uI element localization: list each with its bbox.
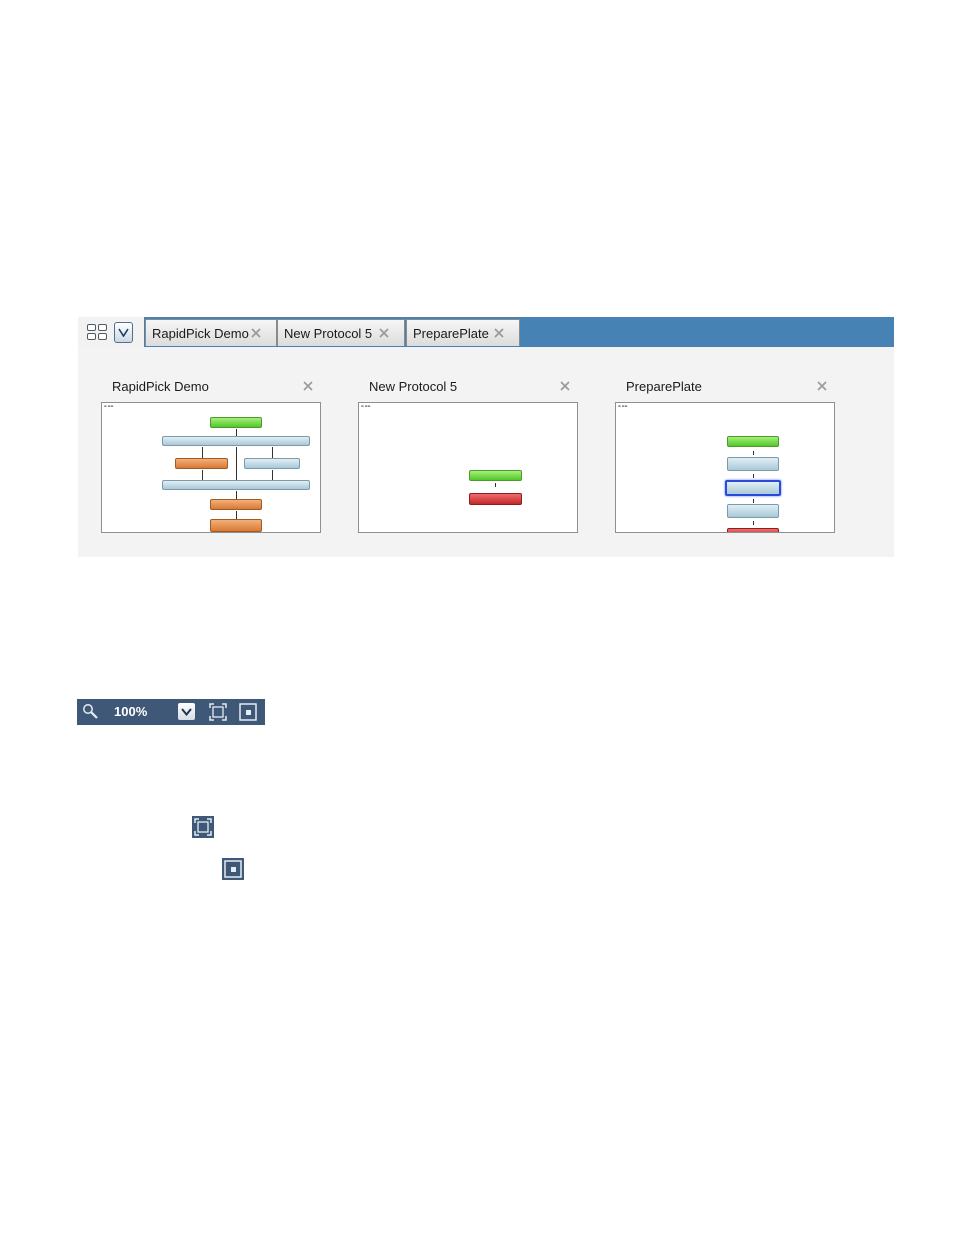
connector <box>236 491 237 499</box>
device-node <box>175 458 228 469</box>
close-icon[interactable] <box>250 327 262 339</box>
fit-to-window-icon <box>192 816 214 838</box>
fit-to-window-glyph <box>194 818 212 836</box>
end-node <box>727 528 779 532</box>
connector <box>753 451 754 455</box>
tab-new-protocol-5[interactable]: New Protocol 5 <box>277 319 405 346</box>
preview-card-title: RapidPick Demo <box>112 379 209 394</box>
loop-node <box>162 436 310 446</box>
actual-size-icon <box>222 858 244 880</box>
connector <box>236 447 237 481</box>
tab-label: PreparePlate <box>413 326 489 341</box>
tab-list-dropdown-button[interactable] <box>114 322 133 343</box>
close-icon[interactable] <box>493 327 505 339</box>
connector <box>753 499 754 503</box>
protocol-thumbnail[interactable]: ▬ ▬▬ <box>615 402 835 533</box>
protocol-preview-panel: RapidPick Demo ▬ ▬▬ New Protocol 5 ▬ ▬▬ … <box>78 347 894 557</box>
protocol-thumbnail[interactable]: ▬ ▬▬ <box>358 402 578 533</box>
tab-label: New Protocol 5 <box>284 326 373 341</box>
connector <box>202 470 203 480</box>
thumbnail-caption-glyph: ▬ ▬▬ <box>104 404 114 408</box>
close-icon[interactable] <box>378 327 390 339</box>
start-node <box>469 470 522 481</box>
close-icon[interactable] <box>560 381 570 391</box>
magnifier-icon <box>83 704 98 719</box>
preview-card-title: New Protocol 5 <box>369 379 458 394</box>
chevron-down-icon <box>181 708 192 716</box>
preview-card-new-protocol-5[interactable]: New Protocol 5 ▬ ▬▬ <box>358 375 580 534</box>
close-icon[interactable] <box>303 381 313 391</box>
preview-card-title: PreparePlate <box>626 379 702 394</box>
tile-view-icon[interactable] <box>87 324 107 340</box>
zoom-level: 100% <box>114 704 148 719</box>
document-tab-strip: RapidPick Demo New Protocol 5 PreparePla… <box>78 317 894 347</box>
merge-node <box>162 480 310 490</box>
connector <box>202 447 203 458</box>
tab-rapidpick-demo[interactable]: RapidPick Demo <box>145 319 277 346</box>
connector <box>236 511 237 519</box>
device-node <box>210 519 262 532</box>
step-node <box>244 458 300 469</box>
tab-label: RapidPick Demo <box>152 326 249 341</box>
zoom-dropdown-button[interactable] <box>178 703 195 720</box>
actual-size-glyph <box>224 860 242 878</box>
connector <box>236 429 237 436</box>
chevron-down-icon <box>118 328 129 337</box>
connector <box>272 447 273 458</box>
start-node <box>210 417 262 428</box>
protocol-thumbnail[interactable]: ▬ ▬▬ <box>101 402 321 533</box>
fit-to-window-icon[interactable] <box>208 702 228 722</box>
start-node <box>727 436 779 447</box>
actual-size-icon[interactable] <box>238 702 258 722</box>
end-node <box>469 493 522 505</box>
connector <box>753 474 754 478</box>
tab-strip-controls <box>78 317 144 347</box>
step-node <box>727 457 779 471</box>
device-node <box>210 499 262 510</box>
thumbnail-caption-glyph: ▬ ▬▬ <box>361 404 371 408</box>
preview-card-rapidpick-demo[interactable]: RapidPick Demo ▬ ▬▬ <box>101 375 323 534</box>
thumbnail-caption-glyph: ▬ ▬▬ <box>618 404 628 408</box>
tab-prepareplate[interactable]: PreparePlate <box>406 319 520 346</box>
connector <box>272 470 273 480</box>
close-icon[interactable] <box>817 381 827 391</box>
connector <box>753 521 754 525</box>
step-node <box>727 504 779 518</box>
preview-card-prepareplate[interactable]: PreparePlate ▬ ▬▬ <box>615 375 837 534</box>
zoom-toolbar: 100% <box>77 699 265 725</box>
connector <box>495 483 496 487</box>
selected-step-node <box>725 480 781 496</box>
